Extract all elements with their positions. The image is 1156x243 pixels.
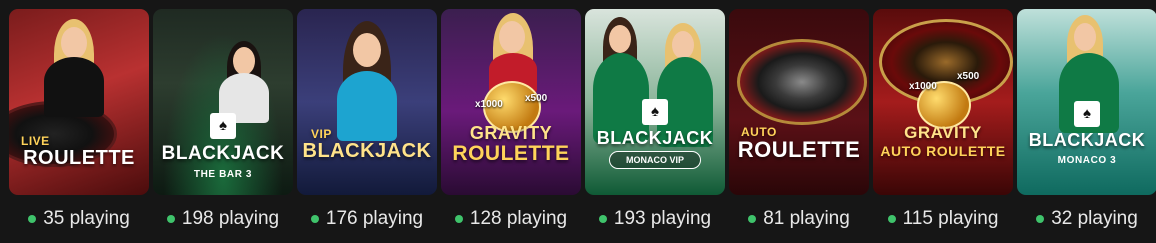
game-logo-top: VIP [311,127,332,141]
player-count-label: 32 playing [1051,208,1138,229]
game-logo-main: BLACKJACK [302,140,432,162]
player-count-label: 81 playing [763,208,850,229]
player-count-label: 193 playing [613,208,712,229]
game-card-vip-blackjack[interactable]: VIP BLACKJACK [297,9,437,195]
online-status-icon [166,215,175,223]
player-count: 81 playing [729,208,869,230]
game-logo-main: BLACKJACK [161,143,285,164]
player-count: 128 playing [441,208,581,230]
online-status-icon [310,215,319,223]
game-card-auto-roulette[interactable]: AUTO ROULETTE [729,9,869,195]
dealer-face [609,25,631,53]
game-logo-sub: MONACO 3 [1057,155,1117,166]
game-logo-sub: THE BAR 3 [193,169,253,180]
game-logo-top: GRAVITY [904,123,982,142]
online-status-icon [28,215,37,223]
playing-cards-icon: ♠ [642,99,668,125]
game-logo-top: LIVE [21,134,50,148]
game-logo-main: BLACKJACK [1028,130,1146,150]
dealer-face [499,21,525,53]
game-logo-sub: MONACO VIP [609,151,701,169]
dealer-face [233,47,255,75]
live-games-rail: LIVE ROULETTE ♠ BLACKJACK THE BAR 3 VIP … [9,9,1156,243]
online-status-icon [598,215,607,223]
roulette-wheel-icon [737,39,867,125]
game-card-blackjack-monaco-3[interactable]: ♠ BLACKJACK MONACO 3 [1017,9,1156,195]
game-card-blackjack-the-bar-3[interactable]: ♠ BLACKJACK THE BAR 3 [153,9,293,195]
game-logo-main: AUTO ROULETTE [880,143,1006,159]
game-card-live-roulette[interactable]: LIVE ROULETTE [9,9,149,195]
game-card-blackjack-monaco-vip[interactable]: ♠ BLACKJACK MONACO VIP [585,9,725,195]
dealer-face [61,27,87,59]
player-count-label: 35 playing [43,208,130,229]
game-logo-main: ROULETTE [452,142,570,165]
game-logo-main: ROULETTE [737,137,861,162]
online-status-icon [748,215,757,223]
player-count: 35 playing [9,208,149,230]
playing-cards-icon: ♠ [1074,101,1100,127]
dealer-face [1074,23,1096,51]
player-count-label: 115 playing [902,208,999,229]
game-logo-main: ROULETTE [23,147,135,169]
playing-cards-icon: ♠ [210,113,236,139]
multiplier-label: x1000 [475,99,503,110]
player-count-label: 198 playing [181,208,280,229]
game-logo-main: BLACKJACK [596,128,714,148]
multiplier-label: x1000 [909,81,937,92]
game-logo-top: GRAVITY [469,123,553,143]
player-count: 32 playing [1017,208,1156,230]
dealer-face [353,33,381,67]
player-count: 198 playing [153,208,293,230]
multiplier-label: x500 [957,71,980,82]
multiplier-label: x500 [525,93,548,104]
online-status-icon [454,215,463,223]
game-card-gravity-roulette[interactable]: x1000 x500 GRAVITY ROULETTE [441,9,581,195]
game-card-gravity-auto-roulette[interactable]: x1000 x500 GRAVITY AUTO ROULETTE [873,9,1013,195]
player-count: 115 playing [873,208,1013,230]
dealer-face [672,31,694,59]
player-count: 193 playing [585,208,725,230]
dealer-figure [44,57,104,117]
online-status-icon [1036,215,1045,223]
online-status-icon [887,215,896,223]
player-count-label: 128 playing [469,208,568,229]
player-count-label: 176 playing [325,208,424,229]
player-count: 176 playing [297,208,437,230]
